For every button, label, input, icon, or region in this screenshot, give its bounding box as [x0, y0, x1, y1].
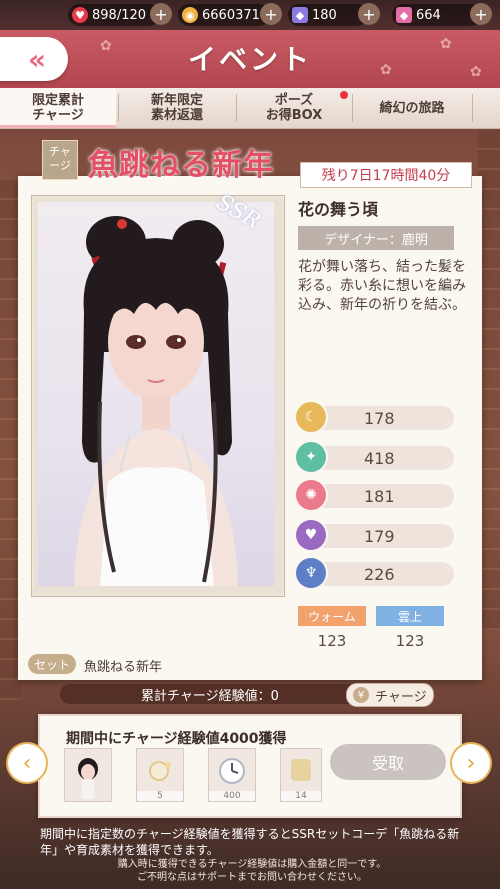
add-diamond-button[interactable]: + [358, 3, 380, 25]
tab-limited-charge[interactable]: 限定累計 チャージ [0, 88, 116, 128]
stat-value: 181 [364, 487, 395, 506]
next-reward-button[interactable]: › [452, 744, 490, 782]
chevron-left-icon: ‹ [22, 750, 32, 776]
coin-value: 6660371 [202, 7, 260, 23]
prev-reward-button[interactable]: ‹ [8, 744, 46, 782]
event-tag-text: ージ [49, 159, 71, 172]
stat-fresh: ✦ 418 [296, 442, 454, 472]
charge-button-label: チャージ [375, 689, 427, 705]
pink-diamond-counter: ◆ 664 + [392, 3, 492, 26]
tab-label: 素材返還 [150, 108, 203, 123]
chevron-right-icon: › [466, 750, 476, 776]
page-title: イベント [187, 43, 312, 76]
style-tag-cloud-value: 123 [395, 632, 425, 650]
sexy-icon: ♥ [296, 520, 326, 550]
tab-divider [236, 94, 237, 122]
designer-label: デザイナー：鹿明 [298, 226, 454, 250]
flower-decoration-icon: ✿ [380, 62, 392, 78]
stamina-counter: ♥ 898/120 + [68, 3, 172, 26]
reward-thumb-clock[interactable]: 400 [208, 748, 256, 802]
tab-label: 新年限定 [150, 93, 203, 108]
back-button[interactable]: « [0, 37, 68, 81]
reward-thumb-extra[interactable]: 14 [280, 748, 322, 802]
outfit-thumbnail-icon [78, 758, 98, 799]
stat-cool: ♆ 226 [296, 558, 454, 588]
double-chevron-left-icon: « [27, 42, 46, 76]
event-title: 魚跳ねる新年 [88, 148, 274, 183]
elegant-icon: ☾ [296, 402, 326, 432]
charge-exp-display: 累計チャージ経験値：0 [60, 684, 360, 704]
fresh-icon: ✦ [296, 442, 326, 472]
tab-pose-box[interactable]: ポーズ お得BOX [238, 88, 350, 128]
tab-more[interactable] [474, 88, 500, 128]
stat-value: 179 [364, 527, 395, 546]
style-tag-warm-value: 123 [317, 632, 347, 650]
stat-elegant: ☾ 178 [296, 402, 454, 432]
notification-dot [340, 91, 348, 99]
character-portrait[interactable] [38, 202, 274, 586]
style-tag-warm: ウォーム [298, 606, 366, 626]
tab-label: お得BOX [265, 108, 323, 123]
flower-decoration-icon: ✿ [100, 38, 112, 54]
stat-sweet: ✺ 181 [296, 480, 454, 510]
tab-journey[interactable]: 綺幻の旅路 [354, 88, 470, 128]
character-illustration [74, 216, 238, 586]
event-tag-text: チャ [49, 145, 71, 158]
yen-coin-icon: ¥ [353, 687, 369, 703]
pink-diamond-value: 664 [416, 7, 441, 23]
tab-label: 限定累計 [31, 93, 84, 108]
tab-label: チャージ [32, 108, 84, 123]
reward-thumb-material[interactable]: 5 [136, 748, 184, 802]
item-name: 花の舞う頃 [298, 200, 379, 219]
add-stamina-button[interactable]: + [150, 3, 172, 25]
note-line: 購入時に獲得できるチャージ経験値は購入金額と同一です。 [117, 859, 387, 870]
remaining-time: 残り7日17時間40分 [300, 162, 472, 188]
charge-button[interactable]: ¥ チャージ [346, 683, 434, 707]
stat-value: 418 [364, 449, 395, 468]
tab-new-year-return[interactable]: 新年限定 素材返還 [120, 88, 234, 128]
support-note: 購入時に獲得できるチャージ経験値は購入金額と同一です。 ご不明な点はサポートまで… [40, 858, 464, 884]
diamond-counter: ◆ 180 + [288, 3, 380, 26]
stat-sexy: ♥ 179 [296, 520, 454, 550]
reward-thumb-outfit[interactable] [64, 748, 112, 802]
event-type-tag: チャ ージ [42, 140, 78, 180]
tab-label: 綺幻の旅路 [379, 100, 445, 116]
cool-icon: ♆ [296, 558, 326, 588]
item-description: 花が舞い落ち、結った髪を彩る。赤い糸に想いを編み込み、新年の祈りを結ぶ。 [298, 259, 466, 313]
tab-label: ポーズ [274, 93, 314, 108]
tab-divider [472, 94, 473, 122]
heart-icon: ♥ [72, 7, 88, 23]
reward-title: 期間中にチャージ経験値4000獲得 [66, 731, 287, 747]
tab-divider [118, 94, 119, 122]
tab-divider [352, 94, 353, 122]
coin-counter: ◉ 6660371 + [178, 3, 282, 26]
stat-value: 226 [364, 565, 395, 584]
claim-button[interactable]: 受取 [330, 744, 446, 780]
flower-decoration-icon: ✿ [440, 36, 452, 52]
stamina-value: 898/120 [92, 7, 147, 23]
note-line: ご不明な点はサポートまでお問い合わせください。 [137, 872, 367, 883]
diamond-icon: ◆ [292, 7, 308, 23]
sweet-icon: ✺ [296, 480, 326, 510]
pink-diamond-icon: ◆ [396, 7, 412, 23]
flower-decoration-icon: ✿ [470, 64, 482, 80]
reward-count: 14 [281, 791, 321, 801]
event-note: 期間中に指定数のチャージ経験値を獲得するとSSRセットコーデ「魚跳ねる新年」や育… [40, 827, 460, 857]
stat-value: 178 [364, 409, 395, 428]
reward-count: 400 [209, 791, 255, 801]
style-tag-cloud: 雲上 [376, 606, 444, 626]
set-badge: セット [28, 654, 76, 674]
add-pink-diamond-button[interactable]: + [470, 3, 492, 25]
set-name: 魚跳ねる新年 [84, 660, 163, 675]
diamond-value: 180 [312, 7, 337, 23]
add-coin-button[interactable]: + [260, 3, 282, 25]
coin-cat-icon: ◉ [182, 7, 198, 23]
reward-count: 5 [137, 791, 183, 801]
